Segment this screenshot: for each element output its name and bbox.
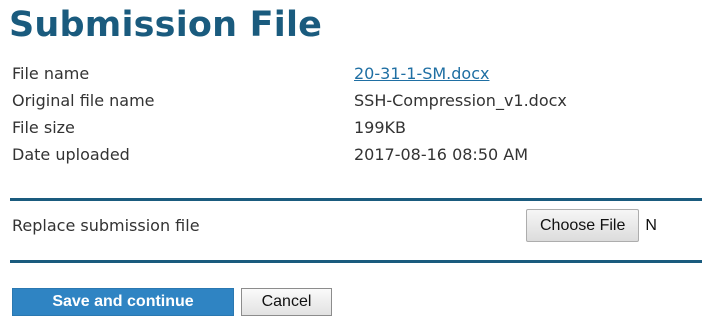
original-file-name-value: SSH-Compression_v1.docx [354,91,567,110]
file-input[interactable]: Choose File N [526,209,702,242]
file-info-row: File size 199KB [12,114,567,141]
file-name-value: 20-31-1-SM.docx [354,60,567,87]
save-and-continue-button[interactable]: Save and continue [12,288,234,316]
section-divider [10,260,702,263]
cancel-button[interactable]: Cancel [241,288,332,316]
section-divider [10,198,702,201]
file-info-row: Date uploaded 2017-08-16 08:50 AM [12,141,567,168]
original-file-name-label: Original file name [12,91,155,110]
file-info-table: File name 20-31-1-SM.docx Original file … [12,60,567,168]
choose-file-button[interactable]: Choose File [526,209,640,242]
file-info-row: File name 20-31-1-SM.docx [12,60,567,87]
date-uploaded-label: Date uploaded [12,145,130,164]
file-size-value: 199KB [354,118,407,137]
file-name-label: File name [12,64,90,83]
file-name-link[interactable]: 20-31-1-SM.docx [354,64,489,83]
file-status-text: N [645,217,657,234]
date-uploaded-value: 2017-08-16 08:50 AM [354,145,529,164]
file-size-label: File size [12,118,75,137]
replace-file-label: Replace submission file [12,216,200,235]
file-info-row: Original file name SSH-Compression_v1.do… [12,87,567,114]
page-title: Submission File [9,5,323,45]
